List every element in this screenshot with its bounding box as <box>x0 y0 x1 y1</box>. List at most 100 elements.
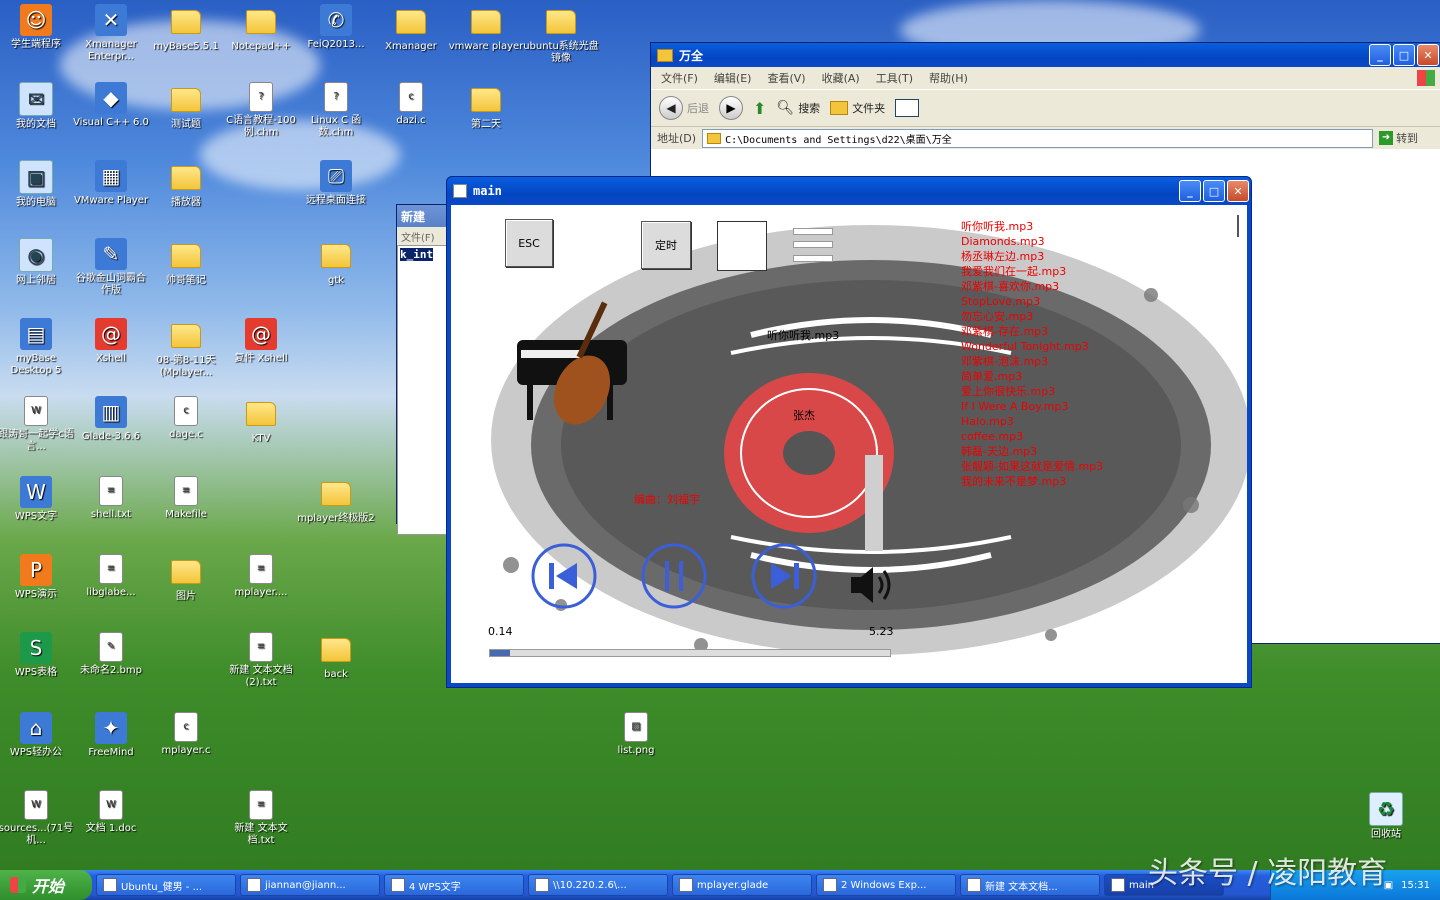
desktop-icon-13[interactable]: c dazi.c <box>372 82 450 127</box>
menu-edit[interactable]: 编辑(E) <box>714 70 752 86</box>
desktop-icon-14[interactable]: 第二天 <box>447 82 525 131</box>
player-window[interactable]: main _ □ ✕ ESC 定时 听你听我.mp3 张杰 编曲：刘福宇 听你听… <box>446 176 1252 688</box>
playlist-item[interactable]: 我的未来不是梦.mp3 <box>961 474 1141 489</box>
volume-icon[interactable] <box>849 563 899 609</box>
desktop-icon-22[interactable]: gtk <box>297 238 375 287</box>
desktop-icon-2[interactable]: myBase5.5.1 <box>147 4 225 53</box>
desktop-icon-26[interactable]: @ 复件 Xshell <box>222 318 300 365</box>
desktop-icon-10[interactable]: 测试题 <box>147 82 225 131</box>
playlist-item[interactable]: StopLove.mp3 <box>961 294 1141 309</box>
desktop-icon-34[interactable]: mplayer终极版2 <box>297 476 375 525</box>
menu-view[interactable]: 查看(V) <box>767 70 805 86</box>
menu-help[interactable]: 帮助(H) <box>929 70 968 86</box>
desktop-icon-12[interactable]: ? Linux C 函数.chm <box>297 82 375 139</box>
next-button[interactable] <box>749 541 819 611</box>
minimize-button[interactable]: _ <box>1179 180 1201 202</box>
desktop-icon-15[interactable]: ▣ 我的电脑 <box>0 160 75 209</box>
desktop-icon-1[interactable]: ✕ Xmanager Enterpr... <box>72 4 150 63</box>
playlist-item[interactable]: Wonderful Tonight.mp3 <box>961 339 1141 354</box>
desktop-icon-25[interactable]: 08-第8-11天(Mplayer... <box>147 318 225 379</box>
desktop-icon-5[interactable]: Xmanager <box>372 4 450 53</box>
playlist-item[interactable]: Halo.mp3 <box>961 414 1141 429</box>
desktop-icon-40[interactable]: ✎ 未命名2.bmp <box>72 632 150 677</box>
desktop-icon-42[interactable]: back <box>297 632 375 681</box>
desktop-icon-37[interactable]: 图片 <box>147 554 225 603</box>
desktop-icon-4[interactable]: ✆ FeiQ2013... <box>297 4 375 51</box>
desktop-icon-7[interactable]: ubuntu系统光盘镜像 <box>522 4 600 65</box>
minimize-button[interactable]: _ <box>1369 44 1391 66</box>
playlist-item[interactable]: coffee.mp3 <box>961 429 1141 444</box>
playlist-item[interactable]: 邓紫棋-泡沫.mp3 <box>961 354 1141 369</box>
desktop-icon-18[interactable]: ⎚ 远程桌面连接 <box>297 160 375 207</box>
close-button[interactable]: ✕ <box>1417 44 1439 66</box>
recycle-bin[interactable]: ♻ 回收站 <box>1347 792 1425 841</box>
desktop-icon-49[interactable]: ≡ 新建 文本文档.txt <box>222 790 300 847</box>
back-button[interactable]: ◀ 后退 <box>659 96 709 120</box>
desktop-icon-44[interactable]: ✦ FreeMind <box>72 712 150 759</box>
desktop-icon-21[interactable]: 帅哥笔记 <box>147 238 225 287</box>
taskbar-item[interactable]: jiannan@jiann... <box>240 874 380 896</box>
clock[interactable]: 15:31 <box>1401 880 1430 891</box>
desktop-icon-39[interactable]: S WPS表格 <box>0 632 75 679</box>
desktop-icon-33[interactable]: ≡ Makefile <box>147 476 225 521</box>
desktop-icon-35[interactable]: P WPS演示 <box>0 554 75 601</box>
playlist-item[interactable]: 简单爱.mp3 <box>961 369 1141 384</box>
desktop-icon-28[interactable]: ▥ Glade-3.6.6 <box>72 396 150 443</box>
desktop-icon-23[interactable]: ▤ myBase Desktop 5 <box>0 318 75 377</box>
menu-file[interactable]: 文件(F) <box>661 70 698 86</box>
playlist-item[interactable]: 韩磊-天边.mp3 <box>961 444 1141 459</box>
desktop-icon-6[interactable]: vmware player <box>447 4 525 53</box>
playlist-item[interactable]: Diamonds.mp3 <box>961 234 1141 249</box>
folders-button[interactable]: 文件夹 <box>830 100 885 116</box>
address-input[interactable]: C:\Documents and Settings\d22\桌面\万全 <box>702 128 1374 148</box>
start-button[interactable]: 开始 <box>0 870 92 900</box>
player-titlebar[interactable]: main _ □ ✕ <box>447 177 1251 205</box>
desktop-icon-38[interactable]: ≡ mplayer.... <box>222 554 300 599</box>
desktop-icon-46[interactable]: ▨ list.png <box>597 712 675 757</box>
progress-bar[interactable] <box>489 649 891 657</box>
desktop-icon-47[interactable]: Wsources...(71号机... <box>0 790 75 847</box>
menu-tools[interactable]: 工具(T) <box>876 70 913 86</box>
desktop-icon-29[interactable]: c dage.c <box>147 396 225 441</box>
esc-button[interactable]: ESC <box>505 219 553 267</box>
desktop-icon-43[interactable]: ⌂ WPS轻办公 <box>0 712 75 759</box>
desktop-icon-30[interactable]: KTV <box>222 396 300 445</box>
desktop-icon-16[interactable]: ▦ VMware Player <box>72 160 150 207</box>
maximize-button[interactable]: □ <box>1203 180 1225 202</box>
taskbar-item[interactable]: 4 WPS文字 <box>384 874 524 896</box>
playlist-item[interactable]: 我爱我们在一起.mp3 <box>961 264 1141 279</box>
desktop-icon-3[interactable]: Notepad++ <box>222 4 300 53</box>
desktop-icon-0[interactable]: ☺ 学生端程序 <box>0 4 75 51</box>
taskbar-item[interactable]: Ubuntu_健男 - ... <box>96 874 236 896</box>
playlist-item[interactable]: 邓紫棋-喜欢你.mp3 <box>961 279 1141 294</box>
playlist-item[interactable]: 邓紫棋-存在.mp3 <box>961 324 1141 339</box>
blank-box[interactable] <box>717 221 767 271</box>
views-icon[interactable] <box>895 99 920 117</box>
menu-favorites[interactable]: 收藏(A) <box>822 70 860 86</box>
maximize-button[interactable]: □ <box>1393 44 1415 66</box>
playlist[interactable]: 听你听我.mp3 Diamonds.mp3 杨丞琳左边.mp3 我爱我们在一起.mp3… <box>961 219 1141 489</box>
search-button[interactable]: 🔍︎ 搜索 <box>776 100 820 116</box>
desktop-icon-19[interactable]: ◉ 网上邻居 <box>0 238 75 287</box>
playlist-item[interactable]: 爱上你很快乐.mp3 <box>961 384 1141 399</box>
close-button[interactable]: ✕ <box>1227 180 1249 202</box>
up-folder-icon[interactable]: ⬆ <box>753 99 766 118</box>
timer-button[interactable]: 定时 <box>641 221 691 269</box>
desktop-icon-41[interactable]: ≡ 新建 文本文档 (2).txt <box>222 632 300 689</box>
desktop-icon-27[interactable]: W 跟涛哥一起学c语言... <box>0 396 75 453</box>
pause-button[interactable] <box>639 541 709 611</box>
playlist-item[interactable]: 勿忘心安.mp3 <box>961 309 1141 324</box>
playlist-scrollbar[interactable] <box>1237 215 1239 237</box>
desktop-icon-48[interactable]: W 文档 1.doc <box>72 790 150 835</box>
desktop-icon-36[interactable]: ≡ libglabe... <box>72 554 150 599</box>
taskbar-item[interactable]: 2 Windows Exp... <box>816 874 956 896</box>
desktop-icon-9[interactable]: ◆ Visual C++ 6.0 <box>72 82 150 129</box>
desktop-icon-8[interactable]: ✉ 我的文档 <box>0 82 75 131</box>
desktop-icon-20[interactable]: ✎ 谷歌金山词霸合作版 <box>72 238 150 297</box>
playlist-item[interactable]: If I Were A Boy.mp3 <box>961 399 1141 414</box>
go-button[interactable]: ➜ 转到 <box>1379 130 1418 146</box>
playlist-item[interactable]: 杨丞琳左边.mp3 <box>961 249 1141 264</box>
explorer-titlebar[interactable]: 万全 _ □ ✕ <box>651 43 1440 67</box>
forward-button[interactable]: ▶ <box>719 96 743 120</box>
previous-button[interactable] <box>529 541 599 611</box>
